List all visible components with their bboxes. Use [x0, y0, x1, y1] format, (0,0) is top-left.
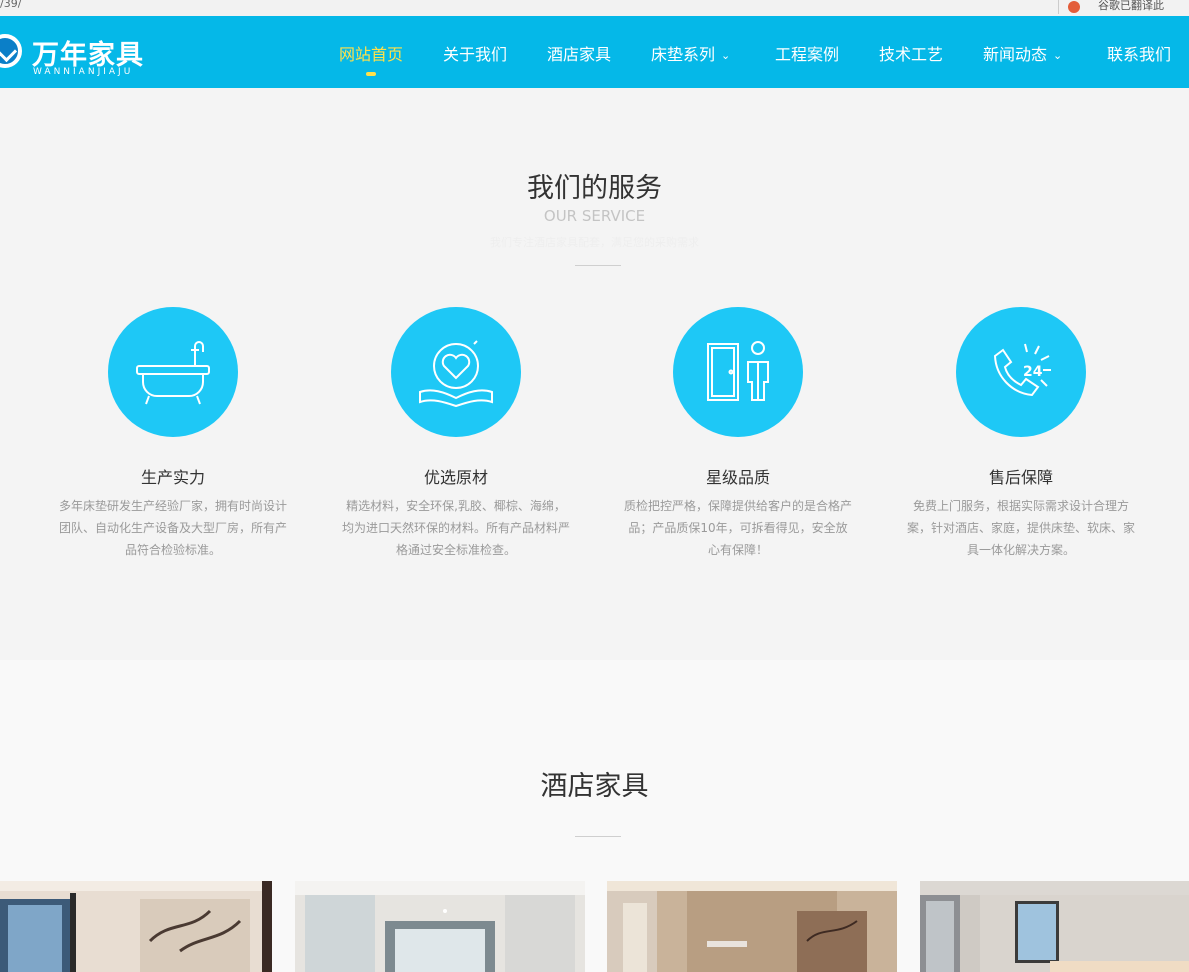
nav-label: 技术工艺 [879, 45, 944, 64]
nav-mattress[interactable]: 床垫系列 ⌄ [651, 41, 731, 64]
service-card-desc: 免费上门服务，根据实际需求设计合理方案，针对酒店、家庭，提供床垫、软床、家具一体… [906, 499, 1135, 557]
service-section: 我们的服务 OUR SERVICE 我们专注酒店家具配套，满足您的采购需求 生产… [0, 88, 1189, 660]
service-card-title: 售后保障 [988, 468, 1053, 487]
chevron-down-icon: ⌄ [721, 49, 731, 62]
logo-icon[interactable] [0, 34, 22, 68]
service-card-desc: 多年床垫研发生产经验厂家，拥有时尚设计团队、自动化生产设备及大型厂房，所有产品符… [58, 499, 287, 557]
hotel-room-image-3[interactable] [607, 881, 897, 972]
hotel-room-image-4[interactable] [920, 881, 1189, 972]
service-card-title: 星级品质 [705, 468, 770, 487]
service-card-title: 优选原材 [423, 468, 488, 487]
hotel-section-title: 酒店家具 [540, 771, 649, 802]
hotel-room-image-2[interactable] [295, 881, 585, 972]
phone-24-icon: 24 [956, 307, 1086, 437]
active-nav-indicator [366, 72, 376, 76]
service-card-desc: 精选材料，安全环保,乳胶、椰棕、海绵，均为进口天然环保的材料。所有产品材料严格通… [341, 499, 570, 557]
nav-label: 关于我们 [443, 45, 508, 64]
nav-hotel-furniture[interactable]: 酒店家具 [547, 41, 612, 64]
logo-subtext: WANNIANJIAJU [33, 67, 134, 77]
nav-label: 酒店家具 [547, 45, 612, 64]
service-card-desc: 质检把控严格，保障提供给客户的是合格产品；产品质保10年，可拆看得见，安全放心有… [623, 499, 852, 557]
nav-label: 新闻动态 [983, 45, 1048, 64]
bathtub-icon [108, 307, 238, 437]
nav-technique[interactable]: 技术工艺 [879, 41, 944, 64]
nav-contact[interactable]: 联系我们 [1107, 41, 1172, 64]
chevron-down-icon: ⌄ [1053, 49, 1063, 62]
service-tagline: 我们专注酒店家具配套，满足您的采购需求 [490, 236, 699, 249]
nav-label: 工程案例 [775, 45, 840, 64]
section-divider [575, 836, 621, 837]
hotel-furniture-section: 酒店家具 [0, 660, 1189, 972]
section-divider [575, 265, 621, 266]
nav-about[interactable]: 关于我们 [443, 41, 508, 64]
toolbar-separator [1058, 0, 1059, 14]
translate-extension-text[interactable]: 谷歌已翻译此 [1098, 0, 1164, 13]
nav-label: 床垫系列 [651, 45, 716, 64]
browser-toolbar-strip: /39/ 谷歌已翻译此 [0, 0, 1189, 17]
url-fragment: /39/ [0, 0, 22, 10]
nav-cases[interactable]: 工程案例 [775, 41, 840, 64]
door-person-icon [673, 307, 803, 437]
service-subtitle: OUR SERVICE [543, 207, 646, 225]
svg-text:24: 24 [1023, 364, 1043, 380]
site-header: 万年家具 WANNIANJIAJU 网站首页 关于我们 酒店家具 床垫系列 ⌄ 工… [0, 16, 1189, 88]
nav-label: 网站首页 [339, 45, 404, 64]
nav-news[interactable]: 新闻动态 ⌄ [983, 41, 1063, 64]
nav-label: 联系我们 [1107, 45, 1172, 64]
hotel-room-image-1[interactable] [0, 881, 272, 972]
nav-home[interactable]: 网站首页 [339, 41, 404, 64]
heart-book-icon [391, 307, 521, 437]
translate-extension-icon[interactable] [1068, 1, 1080, 13]
service-card-title: 生产实力 [140, 468, 205, 487]
service-title: 我们的服务 [527, 173, 662, 204]
